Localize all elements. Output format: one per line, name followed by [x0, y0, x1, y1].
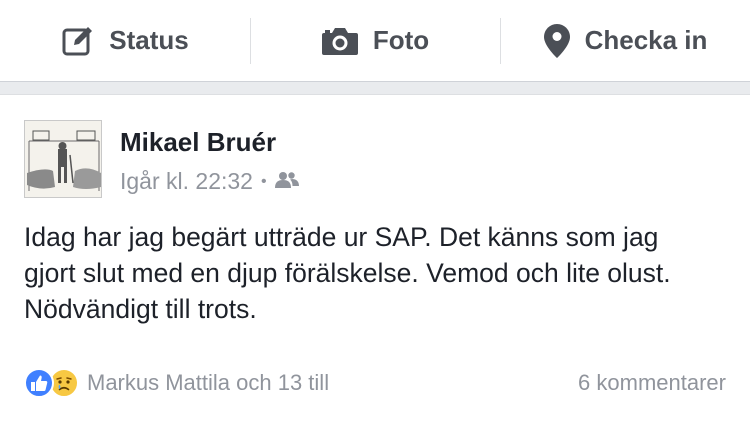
post-author[interactable]: Mikael Bruér [120, 127, 276, 158]
post-text: Idag har jag begärt utträde ur SAP. Det … [24, 222, 671, 324]
like-icon [24, 368, 54, 398]
reactions-text[interactable]: Markus Mattila och 13 till [87, 370, 329, 396]
camera-icon [321, 25, 359, 57]
status-button[interactable]: Status [0, 0, 250, 81]
photo-label: Foto [372, 25, 430, 55]
friends-icon[interactable] [274, 168, 299, 195]
status-label: Status [109, 25, 189, 55]
avatar[interactable] [24, 120, 102, 198]
post-meta: Igår kl. 22:32 • [120, 168, 299, 195]
composer-bar: Status Foto Checka in [0, 0, 750, 82]
check-in-button[interactable]: Checka in [500, 0, 750, 81]
post-card: Mikael Bruér Igår kl. 22:32 • Idag har j… [0, 94, 750, 421]
compose-icon [61, 24, 95, 58]
meta-separator: • [260, 172, 267, 190]
check-in-label: Checka in [584, 25, 708, 55]
photo-button[interactable]: Foto [250, 0, 500, 81]
post-footer: Markus Mattila och 13 till 6 kommentarer [24, 366, 726, 400]
comments-link[interactable]: 6 kommentarer [578, 370, 726, 396]
location-pin-icon [543, 23, 571, 59]
reactions-summary[interactable]: Markus Mattila och 13 till [24, 368, 329, 398]
post-timestamp[interactable]: Igår kl. 22:32 [120, 168, 253, 195]
